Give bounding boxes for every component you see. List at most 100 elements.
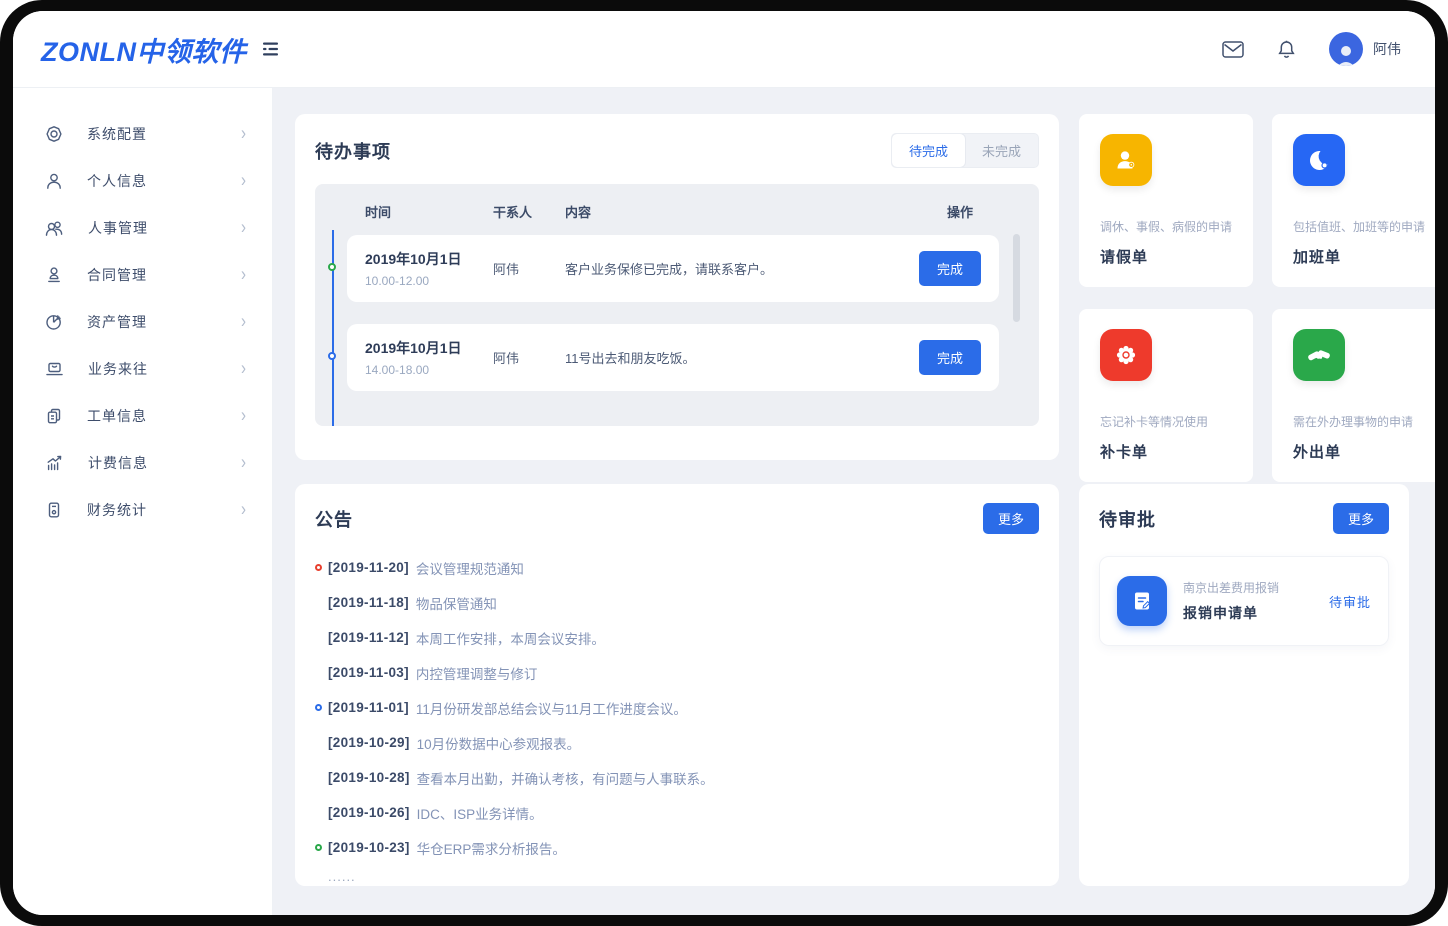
user-icon — [45, 172, 63, 190]
seal-icon — [1100, 329, 1152, 381]
approval-item[interactable]: 南京出差费用报销 报销申请单 待审批 — [1099, 556, 1389, 646]
announcement-item: [2019-11-18] 物品保管通知 — [315, 585, 1039, 620]
approvals-panel: 待审批 更多 — [1079, 484, 1409, 886]
todo-tabs: 待完成 未完成 — [891, 133, 1039, 168]
column-action: 操作 — [947, 202, 973, 221]
notification-bell-icon[interactable] — [1278, 40, 1295, 59]
timeline-marker-green — [328, 263, 336, 271]
sidebar-nav: 系统配置 › 个人信息 › — [13, 88, 273, 915]
shortcut-overtime[interactable]: 包括值班、加班等的申请 加班单 — [1272, 114, 1435, 287]
todo-content: 11号出去和朋友吃饭。 — [565, 348, 901, 367]
approvals-title: 待审批 — [1099, 506, 1156, 532]
moon-icon — [1293, 134, 1345, 186]
announcement-date: [2019-10-29] — [328, 735, 410, 750]
todo-table: 时间 干系人 内容 操作 2019年10月1日 — [315, 184, 1039, 426]
announcement-link[interactable]: 华仓ERP需求分析报告。 — [417, 838, 566, 858]
announcements-more-button[interactable]: 更多 — [983, 503, 1039, 534]
chevron-right-icon: › — [241, 500, 246, 520]
users-icon — [45, 219, 64, 237]
sidebar-item-billing-info[interactable]: 计费信息 › — [13, 439, 272, 486]
green-dot-marker — [315, 844, 322, 851]
todo-time: 14.00-18.00 — [365, 363, 493, 377]
chevron-right-icon: › — [241, 124, 246, 144]
shortcut-name: 请假单 — [1100, 246, 1232, 267]
tab-pending[interactable]: 待完成 — [892, 134, 965, 167]
announcement-date: [2019-10-23] — [328, 840, 410, 855]
column-content: 内容 — [565, 202, 917, 221]
announcement-link[interactable]: 查看本月出勤，并确认考核，有问题与人事联系。 — [417, 768, 714, 788]
approvals-more-button[interactable]: 更多 — [1333, 503, 1389, 534]
announcement-date: [2019-11-18] — [328, 595, 409, 610]
sidebar-item-business-dealings[interactable]: 业务来往 › — [13, 345, 272, 392]
laptop-icon — [45, 360, 64, 378]
todo-panel: 待办事项 待完成 未完成 时间 干系人 内容 操作 — [295, 114, 1059, 460]
user-menu[interactable]: 阿伟 — [1329, 32, 1401, 66]
chevron-right-icon: › — [241, 171, 246, 191]
sidebar-item-label: 人事管理 — [88, 218, 148, 238]
announcement-item: [2019-10-28] 查看本月出勤，并确认考核，有问题与人事联系。 — [315, 760, 1039, 795]
todo-date: 2019年10月1日 — [365, 338, 493, 358]
sidebar-item-label: 工单信息 — [87, 406, 147, 426]
announcements-title: 公告 — [315, 506, 353, 532]
sidebar-item-label: 财务统计 — [87, 500, 147, 520]
todo-row: 2019年10月1日 14.00-18.00 阿伟 11号出去和朋友吃饭。 完成 — [347, 324, 999, 391]
sidebar-item-label: 业务来往 — [88, 359, 148, 379]
complete-button[interactable]: 完成 — [919, 251, 981, 286]
announcement-date: [2019-11-01] — [328, 700, 409, 715]
announcement-link[interactable]: 内控管理调整与修订 — [416, 663, 538, 683]
app-window: ZONLN中领软件 — [13, 11, 1435, 915]
sidebar-item-asset-management[interactable]: 资产管理 › — [13, 298, 272, 345]
announcements-panel: 公告 更多 [2019-11-20] 会议管理规范通知 [201 — [295, 484, 1059, 886]
sidebar-item-system-config[interactable]: 系统配置 › — [13, 110, 272, 157]
shortcut-leave-request[interactable]: 调休、事假、病假的申请 请假单 — [1079, 114, 1253, 287]
announcement-list: [2019-11-20] 会议管理规范通知 [2019-11-18] 物品保管通… — [315, 550, 1039, 884]
announcement-link[interactable]: 物品保管通知 — [416, 593, 497, 613]
announcement-link[interactable]: 11月份研发部总结会议与11月工作进度会议。 — [416, 698, 687, 718]
person-badge-icon — [1100, 134, 1152, 186]
calculator-icon — [45, 501, 63, 519]
complete-button[interactable]: 完成 — [919, 340, 981, 375]
sidebar-item-label: 资产管理 — [87, 312, 147, 332]
chart-icon — [45, 454, 64, 472]
mail-icon[interactable] — [1222, 41, 1244, 58]
chevron-right-icon: › — [241, 312, 246, 332]
chevron-right-icon: › — [241, 453, 246, 473]
timeline-line — [332, 230, 334, 426]
shortcut-name: 外出单 — [1293, 441, 1425, 462]
scrollbar-thumb[interactable] — [1013, 234, 1020, 322]
documents-icon — [45, 407, 63, 425]
sidebar-item-work-orders[interactable]: 工单信息 › — [13, 392, 272, 439]
shortcut-name: 加班单 — [1293, 246, 1425, 267]
sidebar-item-financial-stats[interactable]: 财务统计 › — [13, 486, 272, 533]
announcement-item: [2019-11-03] 内控管理调整与修订 — [315, 655, 1039, 690]
shortcut-desc: 忘记补卡等情况使用 — [1100, 413, 1232, 430]
column-stakeholder: 干系人 — [493, 202, 565, 221]
shortcut-desc: 需在外办理事物的申请 — [1293, 413, 1425, 430]
todo-title: 待办事项 — [315, 138, 391, 164]
announcement-item: [2019-11-01] 11月份研发部总结会议与11月工作进度会议。 — [315, 690, 1039, 725]
tab-unfinished[interactable]: 未完成 — [965, 134, 1038, 167]
announcement-link[interactable]: 本周工作安排，本周会议安排。 — [416, 628, 605, 648]
shortcut-going-out[interactable]: 需在外办理事物的申请 外出单 — [1272, 309, 1435, 482]
main-content: 待办事项 待完成 未完成 时间 干系人 内容 操作 — [273, 88, 1435, 915]
announcement-link[interactable]: 10月份数据中心参观报表。 — [417, 733, 581, 753]
announcement-item: [2019-10-26] IDC、ISP业务详情。 — [315, 795, 1039, 830]
approval-desc: 南京出差费用报销 — [1183, 579, 1279, 596]
shortcut-card-replacement[interactable]: 忘记补卡等情况使用 补卡单 — [1079, 309, 1253, 482]
sidebar-item-hr-management[interactable]: 人事管理 › — [13, 204, 272, 251]
top-header: ZONLN中领软件 — [13, 11, 1435, 88]
announcement-link[interactable]: 会议管理规范通知 — [416, 558, 524, 578]
pie-chart-icon — [45, 313, 63, 331]
announcement-link[interactable]: IDC、ISP业务详情。 — [417, 803, 543, 823]
timeline-marker-blue — [328, 352, 336, 360]
menu-collapse-icon[interactable] — [262, 41, 282, 57]
handshake-icon — [1293, 329, 1345, 381]
sidebar-item-personal-info[interactable]: 个人信息 › — [13, 157, 272, 204]
approval-status-badge: 待审批 — [1329, 592, 1371, 611]
document-icon — [1117, 576, 1167, 626]
announcement-item: [2019-11-12] 本周工作安排，本周会议安排。 — [315, 620, 1039, 655]
announcement-date: [2019-10-28] — [328, 770, 410, 785]
sidebar-item-contract-management[interactable]: 合同管理 › — [13, 251, 272, 298]
todo-date: 2019年10月1日 — [365, 249, 493, 269]
user-avatar[interactable] — [1329, 32, 1363, 66]
